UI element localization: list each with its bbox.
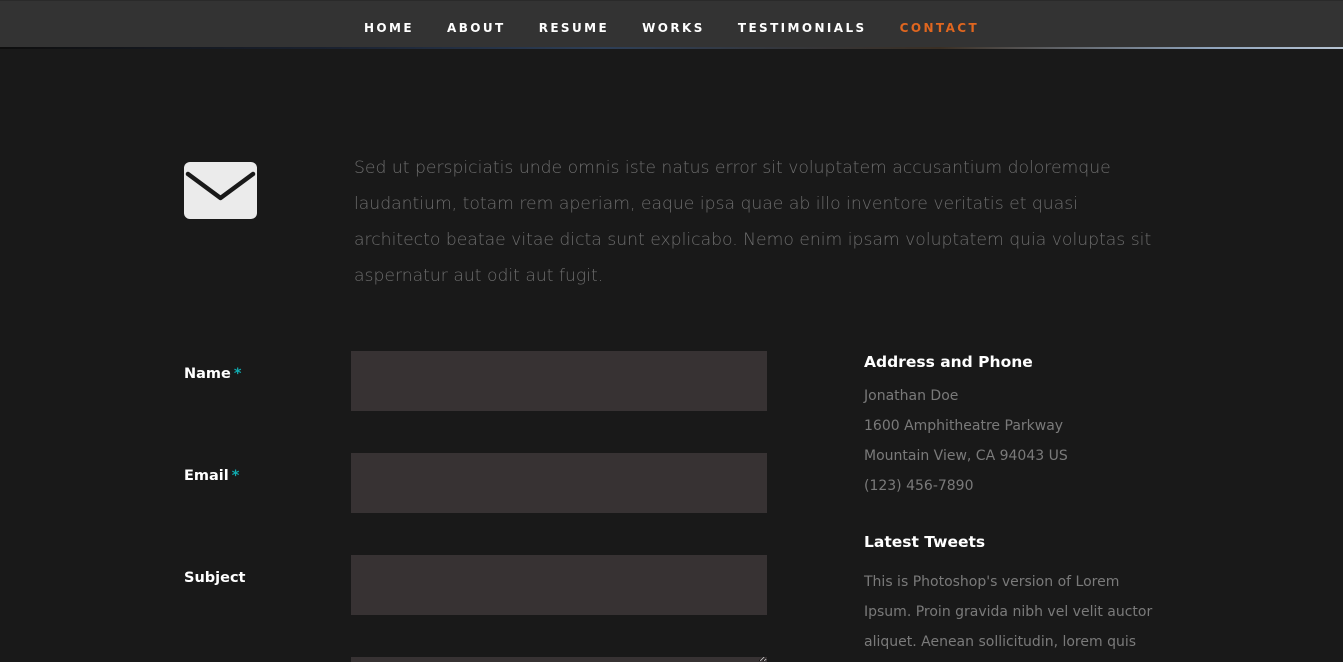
tweet-text-line: This is Photoshop's version of Lorem <box>864 574 1120 590</box>
subject-label: Subject <box>184 570 245 586</box>
email-label: Email * <box>184 468 239 484</box>
nav-link-resume[interactable]: RESUME <box>539 21 609 35</box>
nav-item-resume: RESUME <box>539 17 609 36</box>
nav-link-works[interactable]: WORKS <box>642 21 705 35</box>
nav-link-contact[interactable]: CONTACT <box>900 21 979 35</box>
required-asterisk: * <box>233 366 242 382</box>
required-asterisk: * <box>231 468 240 484</box>
address-heading: Address and Phone <box>864 353 1033 371</box>
nav-menu: HOME ABOUT RESUME WORKS TESTIMONIALS CON… <box>0 17 1343 36</box>
latest-tweets-heading: Latest Tweets <box>864 533 986 551</box>
nav-item-contact: CONTACT <box>900 17 979 36</box>
name-field[interactable] <box>351 351 767 411</box>
nav-item-about: ABOUT <box>447 17 506 36</box>
phone-number: (123) 456-7890 <box>864 478 974 494</box>
name-label: Name * <box>184 366 241 382</box>
email-field[interactable] <box>351 453 767 513</box>
nav-link-home[interactable]: HOME <box>364 21 414 35</box>
nav-item-testimonials: TESTIMONIALS <box>738 17 867 36</box>
envelope-icon <box>184 162 257 219</box>
contact-intro-text: Sed ut perspiciatis unde omnis iste natu… <box>354 158 1152 286</box>
subject-label-text: Subject <box>184 570 246 586</box>
nav-link-about[interactable]: ABOUT <box>447 21 506 35</box>
tweet-text-line: Ipsum. Proin gravida nibh vel velit auct… <box>864 604 1153 620</box>
address-line: Jonathan Doe <box>864 388 959 404</box>
subject-field[interactable] <box>351 555 767 615</box>
top-navigation: HOME ABOUT RESUME WORKS TESTIMONIALS CON… <box>0 0 1343 49</box>
nav-item-home: HOME <box>364 17 414 36</box>
message-field[interactable] <box>351 657 767 662</box>
address-line: 1600 Amphitheatre Parkway <box>864 418 1064 434</box>
nav-link-testimonials[interactable]: TESTIMONIALS <box>738 21 867 35</box>
nav-bottom-border <box>0 47 1343 49</box>
email-label-text: Email <box>184 468 229 484</box>
nav-item-works: WORKS <box>642 17 705 36</box>
tweet-text-line: aliquet. Aenean sollicitudin, lorem quis <box>864 634 1137 650</box>
address-line: Mountain View, CA 94043 US <box>864 448 1068 464</box>
name-label-text: Name <box>184 366 231 382</box>
